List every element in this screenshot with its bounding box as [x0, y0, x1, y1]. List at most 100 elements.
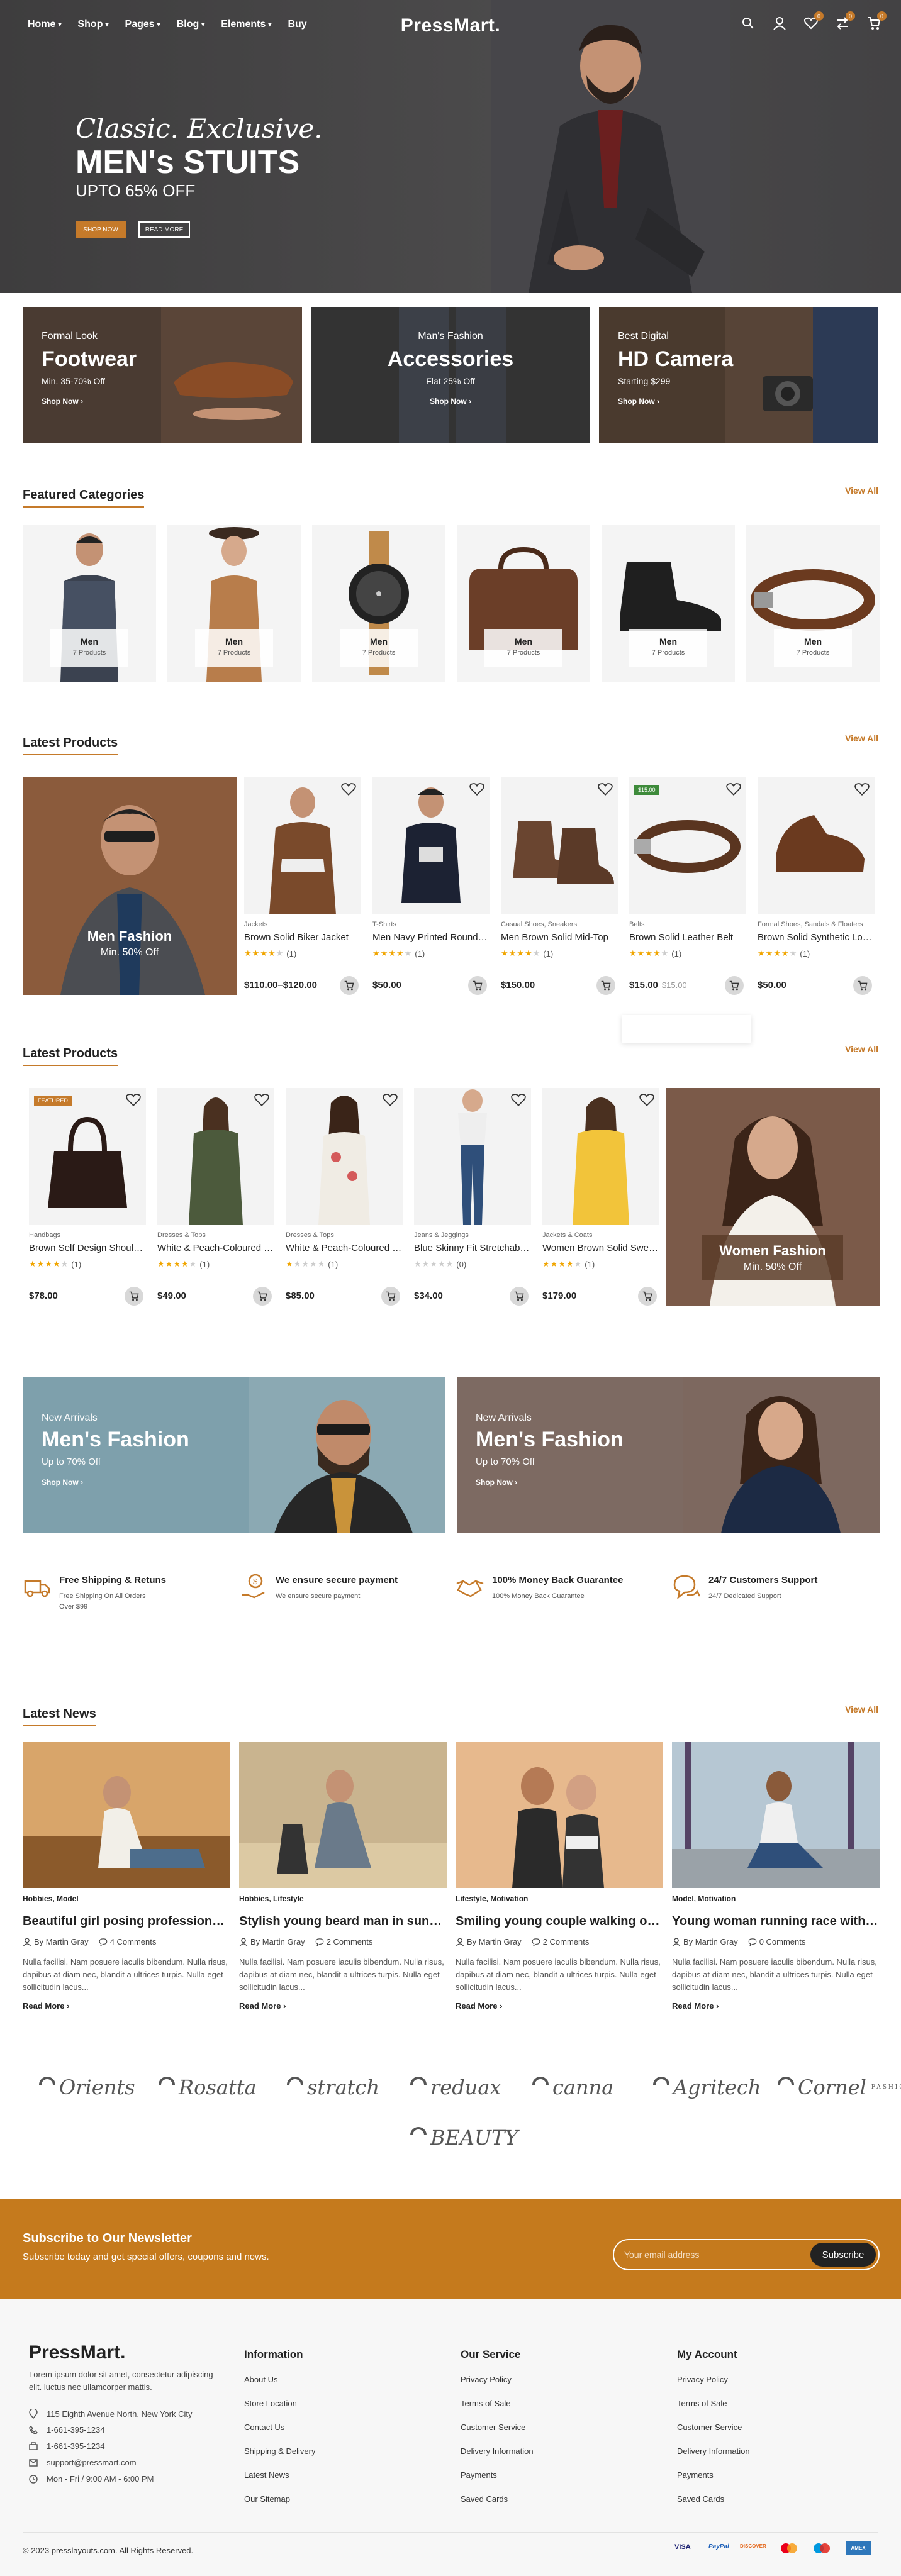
product-name[interactable]: Women Brown Solid Sweater: [542, 1243, 659, 1253]
footer-link[interactable]: Terms of Sale: [461, 2399, 618, 2411]
read-more-link[interactable]: Read More ›: [23, 2001, 69, 2011]
banner-shop-now-link[interactable]: Shop Now ›: [42, 1478, 83, 1487]
add-to-cart-button[interactable]: [596, 976, 615, 995]
product-card[interactable]: Jackets Brown Solid Biker Jacket ★★★★★ (1) $…: [244, 777, 361, 999]
product-image[interactable]: [244, 777, 361, 914]
product-category[interactable]: Handbags: [29, 1231, 146, 1239]
news-author[interactable]: By Martin Gray: [672, 1937, 738, 1946]
heart-icon[interactable]: [126, 1093, 141, 1108]
product-name[interactable]: White & Peach-Coloured Top: [157, 1243, 274, 1253]
featured-view-all-link[interactable]: View All: [845, 486, 878, 496]
news-image[interactable]: [456, 1742, 663, 1888]
latest-products-view-all-link[interactable]: View All: [845, 733, 878, 743]
news-image[interactable]: [672, 1742, 880, 1888]
brand-logo[interactable]: reduax: [409, 2075, 501, 2099]
compare-icon[interactable]: 0: [834, 11, 855, 31]
heart-icon[interactable]: [469, 782, 484, 797]
product-category[interactable]: Dresses & Tops: [157, 1231, 274, 1239]
product-image[interactable]: [542, 1088, 659, 1225]
brand-logo[interactable]: Orients: [38, 2075, 135, 2099]
product-name[interactable]: Blue Skinny Fit Stretchable Jeans: [414, 1243, 531, 1253]
category-card[interactable]: Men 7 Products: [23, 525, 156, 682]
product-name[interactable]: Men Navy Printed Round Neck: [372, 932, 490, 943]
news-image[interactable]: [239, 1742, 447, 1888]
product-name[interactable]: Brown Solid Biker Jacket: [244, 932, 361, 943]
user-icon[interactable]: [771, 15, 788, 31]
product-name[interactable]: Brown Self Design Shoulder Bag: [29, 1243, 146, 1253]
add-to-cart-button[interactable]: [340, 976, 359, 995]
news-author[interactable]: By Martin Gray: [23, 1937, 89, 1946]
news-comments[interactable]: 2 Comments: [532, 1937, 589, 1946]
mens-fashion-banner-2[interactable]: New Arrivals Men's Fashion Up to 70% Off…: [457, 1377, 880, 1533]
product-category[interactable]: Dresses & Tops: [286, 1231, 403, 1239]
heart-icon[interactable]: [383, 1093, 398, 1108]
news-comments[interactable]: 2 Comments: [315, 1937, 372, 1946]
news-comments[interactable]: 4 Comments: [99, 1937, 156, 1946]
footer-logo[interactable]: PressMart.: [29, 2342, 125, 2363]
product-image[interactable]: $15.00: [629, 777, 746, 914]
product-category[interactable]: Formal Shoes, Sandals & Floaters: [758, 921, 875, 928]
promo-shop-now-link[interactable]: Shop Now ›: [42, 397, 83, 406]
product-name[interactable]: Men Brown Solid Mid-Top: [501, 932, 618, 943]
news-tags[interactable]: Hobbies, Model: [23, 1894, 79, 1903]
product-card[interactable]: T-Shirts Men Navy Printed Round Neck ★★★★★…: [372, 777, 490, 999]
product-image[interactable]: [501, 777, 618, 914]
product-category[interactable]: Belts: [629, 921, 746, 928]
heart-icon[interactable]: [511, 1093, 526, 1108]
add-to-cart-button[interactable]: [125, 1287, 143, 1306]
hero-shop-now-button[interactable]: SHOP NOW: [76, 221, 126, 238]
footer-link[interactable]: Shipping & Delivery: [244, 2446, 401, 2459]
news-tags[interactable]: Hobbies, Lifestyle: [239, 1894, 304, 1903]
product-category[interactable]: T-Shirts: [372, 921, 490, 928]
footer-link[interactable]: Payments: [461, 2470, 618, 2483]
phone-text[interactable]: 1-661-395-1234: [47, 2425, 105, 2434]
product-category[interactable]: Casual Shoes, Sneakers: [501, 921, 618, 928]
footer-link[interactable]: Privacy Policy: [677, 2375, 834, 2387]
news-title[interactable]: Beautiful girl posing professionally: [23, 1914, 230, 1929]
news-title[interactable]: Smiling young couple walking on the beac…: [456, 1914, 663, 1929]
product-category[interactable]: Jackets: [244, 921, 361, 928]
add-to-cart-button[interactable]: [853, 976, 872, 995]
footer-link[interactable]: Terms of Sale: [677, 2399, 834, 2411]
footer-link[interactable]: Delivery Information: [677, 2446, 834, 2459]
footer-link[interactable]: Contact Us: [244, 2423, 401, 2435]
brand-logo[interactable]: stratch: [286, 2075, 379, 2099]
footer-link[interactable]: Latest News: [244, 2470, 401, 2483]
footer-link[interactable]: Payments: [677, 2470, 834, 2483]
heart-icon[interactable]: [854, 782, 870, 797]
add-to-cart-button[interactable]: [725, 976, 744, 995]
add-to-cart-button[interactable]: [468, 976, 487, 995]
heart-icon[interactable]: [598, 782, 613, 797]
category-card[interactable]: Men 7 Products: [167, 525, 301, 682]
news-title[interactable]: Stylish young beard man in sunglasses: [239, 1914, 447, 1929]
heart-icon[interactable]: [639, 1093, 654, 1108]
latest-products-2-view-all-link[interactable]: View All: [845, 1044, 878, 1054]
product-name[interactable]: Brown Solid Leather Belt: [629, 932, 746, 943]
brand-logo[interactable]: BEAUTY: [409, 2126, 518, 2150]
product-name[interactable]: White & Peach-Coloured Dress: [286, 1243, 403, 1253]
category-card[interactable]: Men 7 Products: [457, 525, 590, 682]
footer-link[interactable]: Our Sitemap: [244, 2494, 401, 2507]
heart-icon[interactable]: 0: [803, 11, 824, 31]
news-image[interactable]: [23, 1742, 230, 1888]
news-tags[interactable]: Model, Motivation: [672, 1894, 736, 1903]
hero-read-more-button[interactable]: READ MORE: [138, 221, 190, 238]
promo-shop-now-link[interactable]: Shop Now ›: [618, 397, 659, 406]
men-fashion-banner[interactable]: Men Fashion Min. 50% Off: [23, 777, 237, 995]
footer-link[interactable]: Delivery Information: [461, 2446, 618, 2459]
search-icon[interactable]: [740, 15, 756, 31]
heart-icon[interactable]: [726, 782, 741, 797]
category-card[interactable]: Men 7 Products: [602, 525, 735, 682]
product-name[interactable]: Brown Solid Synthetic Loafers: [758, 932, 875, 943]
footer-link[interactable]: Saved Cards: [461, 2494, 618, 2507]
brand-logo[interactable]: Rosatta: [157, 2075, 257, 2099]
mens-fashion-banner-1[interactable]: New Arrivals Men's Fashion Up to 70% Off…: [23, 1377, 445, 1533]
read-more-link[interactable]: Read More ›: [456, 2001, 502, 2011]
product-card[interactable]: FEATURED Handbags Brown Self Design Should…: [29, 1088, 146, 1309]
news-author[interactable]: By Martin Gray: [239, 1937, 305, 1946]
read-more-link[interactable]: Read More ›: [239, 2001, 286, 2011]
promo-footwear[interactable]: Formal Look Footwear Min. 35-70% Off Sho…: [23, 307, 302, 443]
category-card[interactable]: Men 7 Products: [746, 525, 880, 682]
brand-logo[interactable]: Agritech: [652, 2075, 761, 2099]
product-image[interactable]: [758, 777, 875, 914]
